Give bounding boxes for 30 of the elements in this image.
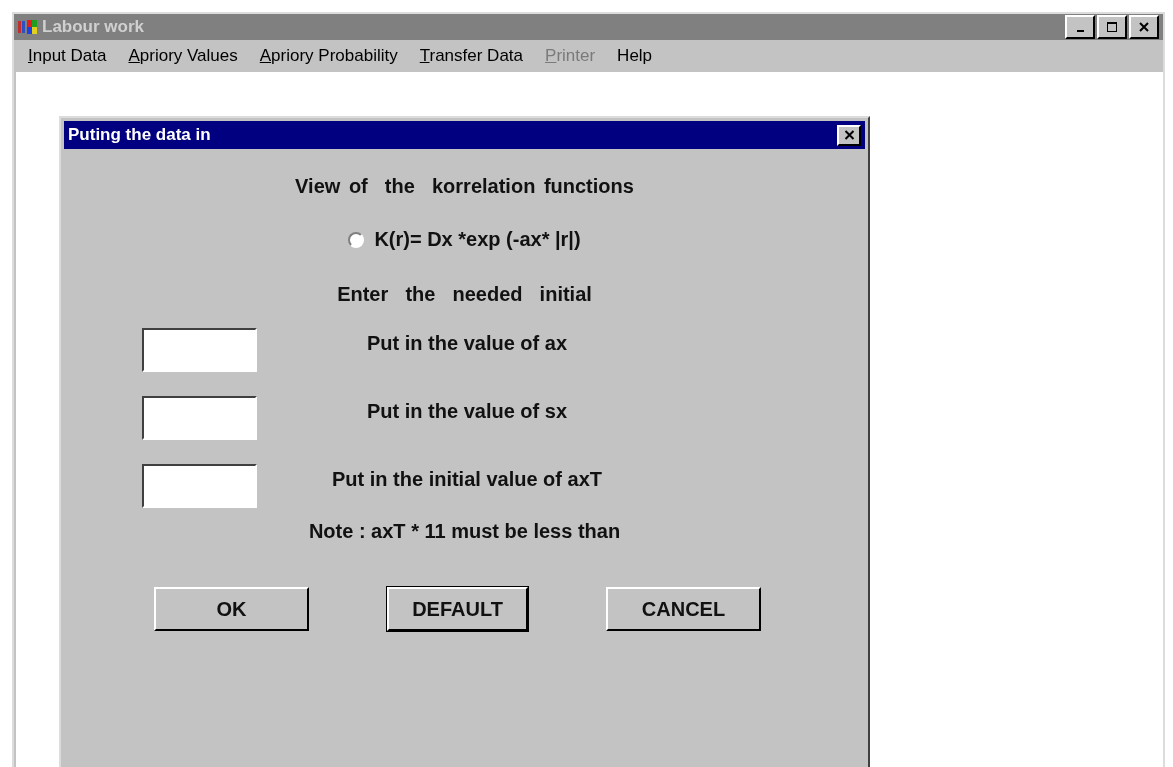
dialog-button[interactable]: OK bbox=[154, 587, 309, 631]
section-heading: View of the korrelation functions bbox=[295, 175, 634, 198]
app-icon bbox=[18, 19, 38, 35]
radio-button[interactable] bbox=[348, 231, 365, 248]
menu-item[interactable]: Transfer Data bbox=[419, 46, 524, 66]
input-field[interactable] bbox=[142, 396, 257, 440]
maximize-button[interactable] bbox=[1097, 15, 1127, 39]
menu-item[interactable]: Input Data bbox=[28, 46, 107, 66]
minimize-icon bbox=[1076, 30, 1084, 32]
close-icon bbox=[843, 130, 855, 140]
close-icon bbox=[1138, 21, 1150, 33]
close-button[interactable] bbox=[1129, 15, 1159, 39]
window-title: Labour work bbox=[42, 17, 144, 37]
dialog-button[interactable]: CANCEL bbox=[606, 587, 761, 631]
input-field[interactable] bbox=[142, 328, 257, 372]
input-field[interactable] bbox=[142, 464, 257, 508]
maximize-icon bbox=[1106, 21, 1118, 33]
field-label: Put in the value of sx bbox=[365, 399, 568, 423]
menu-item[interactable]: Apriory Probability bbox=[259, 46, 398, 66]
menu-item[interactable]: Apriory Values bbox=[128, 46, 238, 66]
minimize-button[interactable] bbox=[1065, 15, 1095, 39]
section-heading: Enter the needed initial bbox=[337, 283, 592, 306]
menu-item[interactable]: Help bbox=[617, 46, 653, 66]
note-text: Note : axT * 11 must be less than bbox=[308, 520, 621, 543]
dialog-button[interactable]: DEFAULT bbox=[387, 587, 528, 631]
close-button[interactable] bbox=[837, 124, 861, 146]
radio-option[interactable]: K(r)= Dx *exp (-ax* |r|) bbox=[348, 228, 581, 251]
dialog-title: Puting the data in bbox=[68, 125, 211, 145]
field-label: Put in the initial value of axT bbox=[330, 467, 603, 491]
field-label: Put in the value of ax bbox=[365, 331, 568, 355]
